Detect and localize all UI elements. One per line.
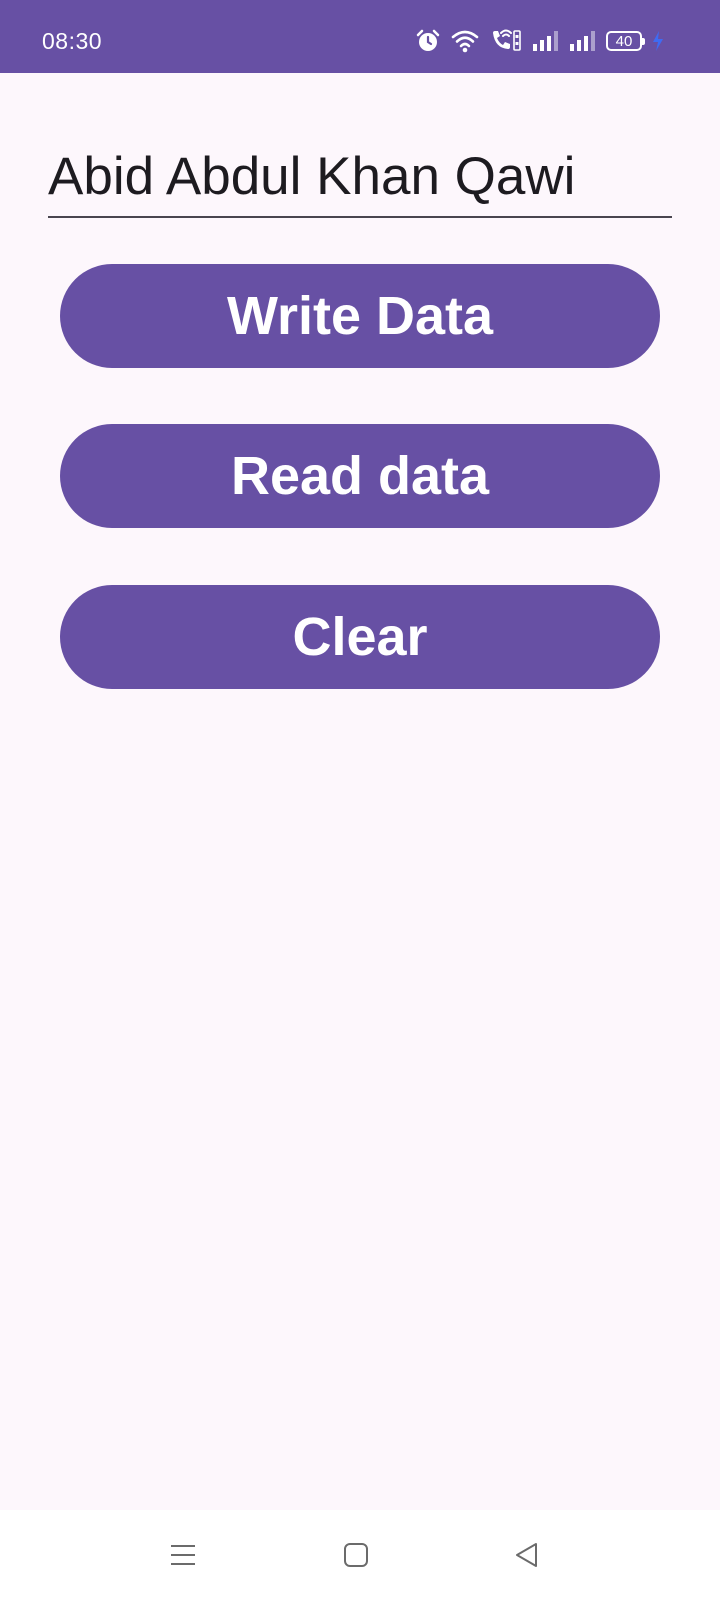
recent-apps-icon[interactable] (158, 1530, 208, 1580)
read-data-button[interactable]: Read data (60, 424, 660, 528)
home-icon[interactable] (331, 1530, 381, 1580)
signal-icon-2 (569, 29, 597, 53)
battery-icon: 40 (606, 31, 645, 51)
alarm-icon (415, 28, 441, 54)
write-data-button[interactable]: Write Data (60, 264, 660, 368)
volte-call-icon (489, 28, 523, 54)
charging-icon (651, 30, 665, 52)
name-field[interactable] (48, 138, 672, 218)
back-icon[interactable] (502, 1530, 552, 1580)
signal-icon-1 (532, 29, 560, 53)
status-bar: 08:30 40 (0, 0, 720, 73)
name-input[interactable] (48, 138, 672, 214)
status-icons: 40 (415, 26, 665, 56)
wifi-icon (450, 28, 480, 54)
navigation-bar (0, 1510, 720, 1600)
name-field-underline (48, 216, 672, 218)
clear-button[interactable]: Clear (60, 585, 660, 689)
status-time: 08:30 (42, 28, 103, 54)
